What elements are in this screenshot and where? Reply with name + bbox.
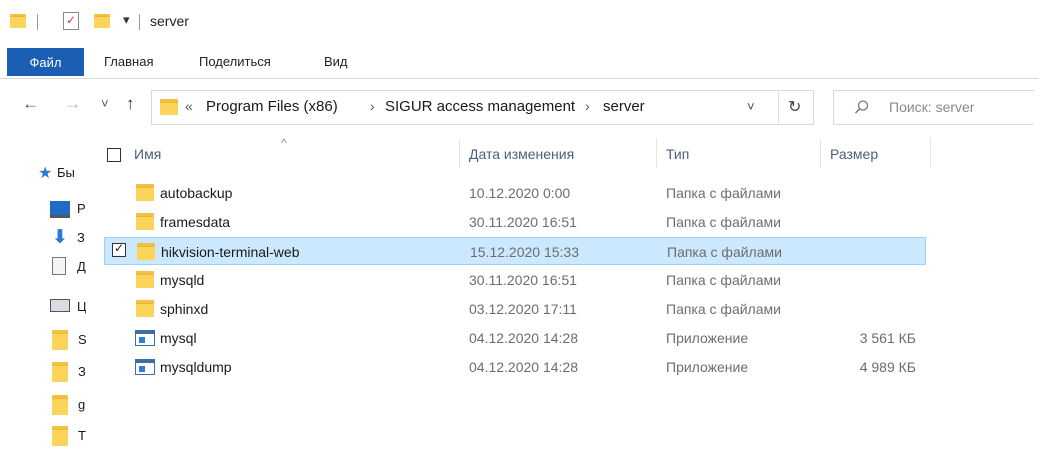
- breadcrumb-sigur[interactable]: SIGUR access management: [385, 98, 575, 115]
- chevron-right-icon[interactable]: ›: [585, 98, 590, 114]
- folder-icon: [52, 395, 68, 415]
- sidebar-item-label: g: [78, 397, 86, 412]
- table-row[interactable]: mysql 04.12.2020 14:28 Приложение 3 561 КБ: [104, 324, 926, 352]
- table-row[interactable]: mysqld 30.11.2020 16:51 Папка с файлами: [104, 266, 926, 294]
- properties-icon[interactable]: ✓: [63, 12, 79, 30]
- tab-home[interactable]: Главная: [104, 54, 153, 69]
- file-date: 30.11.2020 16:51: [469, 214, 577, 230]
- refresh-icon[interactable]: ↻: [788, 97, 801, 117]
- document-icon: [52, 257, 66, 275]
- row-checkbox[interactable]: ✓: [112, 241, 126, 257]
- quick-access-dropdown-icon[interactable]: ▾: [123, 12, 130, 28]
- address-dropdown-icon[interactable]: ˅: [747, 99, 755, 114]
- file-type: Папка с файлами: [666, 185, 781, 201]
- file-size: 4 989 КБ: [859, 359, 916, 375]
- file-name: sphinxd: [160, 301, 209, 317]
- search-icon: [854, 99, 870, 118]
- drive-icon: [50, 299, 70, 312]
- table-row[interactable]: framesdata 30.11.2020 16:51 Папка с файлам…: [104, 208, 926, 236]
- file-type: Папка с файлами: [667, 244, 782, 260]
- folder-icon: [136, 300, 154, 317]
- application-icon: [135, 359, 155, 375]
- column-header-name[interactable]: Имя: [134, 146, 161, 162]
- folder-icon: [52, 426, 68, 446]
- sidebar-item-label: Д: [77, 259, 86, 274]
- folder-icon: [10, 14, 26, 28]
- star-icon: ★: [38, 165, 53, 182]
- folder-icon: [136, 213, 154, 230]
- sidebar-item-label: Т: [78, 428, 86, 443]
- address-bar[interactable]: « Program Files (x86) › SIGUR access man…: [151, 90, 814, 125]
- tab-share[interactable]: Поделиться: [199, 54, 271, 69]
- recent-locations-button[interactable]: ˅: [101, 96, 109, 111]
- navigation-pane[interactable]: ★ Бы Р ⬇ З Д Ц S З g Т: [0, 135, 86, 470]
- file-date: 30.11.2020 16:51: [469, 272, 577, 288]
- breadcrumb-program-files[interactable]: Program Files (x86): [206, 98, 338, 115]
- column-header-date[interactable]: Дата изменения: [469, 146, 574, 162]
- file-name: mysql: [160, 330, 197, 346]
- sort-ascending-icon: ^: [281, 136, 287, 150]
- column-header-type[interactable]: Тип: [666, 146, 689, 162]
- file-date: 04.12.2020 14:28: [469, 359, 578, 375]
- tab-file[interactable]: Файл: [7, 48, 84, 76]
- file-size: 3 561 КБ: [859, 330, 916, 346]
- select-all-checkbox[interactable]: [107, 148, 121, 162]
- sidebar-item-label: Р: [77, 201, 86, 216]
- file-date: 15.12.2020 15:33: [470, 244, 579, 260]
- table-row[interactable]: autobackup 10.12.2020 0:00 Папка с файлами: [104, 179, 926, 207]
- new-folder-icon[interactable]: [94, 14, 110, 28]
- folder-icon: [52, 330, 68, 350]
- search-placeholder: Поиск: server: [889, 99, 975, 115]
- file-date: 03.12.2020 17:11: [469, 301, 577, 317]
- folder-icon: [160, 99, 178, 115]
- search-box[interactable]: Поиск: server: [833, 90, 1034, 125]
- download-icon: ⬇: [52, 227, 68, 248]
- forward-button[interactable]: →: [64, 94, 81, 114]
- file-name: hikvision-terminal-web: [161, 244, 300, 260]
- sidebar-item-label: З: [77, 230, 85, 245]
- file-name: mysqldump: [160, 359, 232, 375]
- desktop-icon: [50, 201, 70, 218]
- up-button[interactable]: ↑: [126, 94, 135, 114]
- back-button[interactable]: ←: [22, 94, 39, 114]
- tab-view[interactable]: Вид: [324, 54, 348, 69]
- file-name: autobackup: [160, 185, 233, 201]
- table-row[interactable]: sphinxd 03.12.2020 17:11 Папка с файлами: [104, 295, 926, 323]
- folder-icon: [137, 243, 155, 260]
- file-type: Приложение: [666, 359, 749, 375]
- sidebar-item-label: Ц: [77, 299, 86, 314]
- table-row[interactable]: ✓ hikvision-terminal-web 15.12.2020 15:33 П…: [104, 237, 926, 265]
- column-header-size[interactable]: Размер: [830, 146, 878, 162]
- file-type: Папка с файлами: [666, 301, 781, 317]
- table-row[interactable]: mysqldump 04.12.2020 14:28 Приложение 4 989…: [104, 353, 926, 381]
- sidebar-item-label: Бы: [57, 165, 75, 180]
- file-name: mysqld: [160, 272, 205, 288]
- file-type: Папка с файлами: [666, 214, 781, 230]
- file-date: 10.12.2020 0:00: [469, 185, 571, 201]
- application-icon: [135, 330, 155, 346]
- breadcrumb-server[interactable]: server: [603, 98, 645, 115]
- breadcrumb-overflow-icon[interactable]: «: [185, 98, 193, 114]
- window-title: server: [150, 13, 189, 29]
- folder-icon: [136, 184, 154, 201]
- title-bar: ✓ ▾ server: [0, 0, 1039, 44]
- file-type: Приложение: [666, 330, 749, 346]
- folder-icon: [52, 362, 68, 382]
- ribbon-tabs: Файл Главная Поделиться Вид: [0, 44, 1039, 79]
- folder-icon: [136, 271, 154, 288]
- sidebar-item-label: З: [78, 364, 86, 379]
- file-type: Папка с файлами: [666, 272, 781, 288]
- chevron-right-icon[interactable]: ›: [370, 98, 375, 114]
- file-date: 04.12.2020 14:28: [469, 330, 578, 346]
- file-name: framesdata: [160, 214, 231, 230]
- sidebar-item-label: S: [78, 332, 86, 347]
